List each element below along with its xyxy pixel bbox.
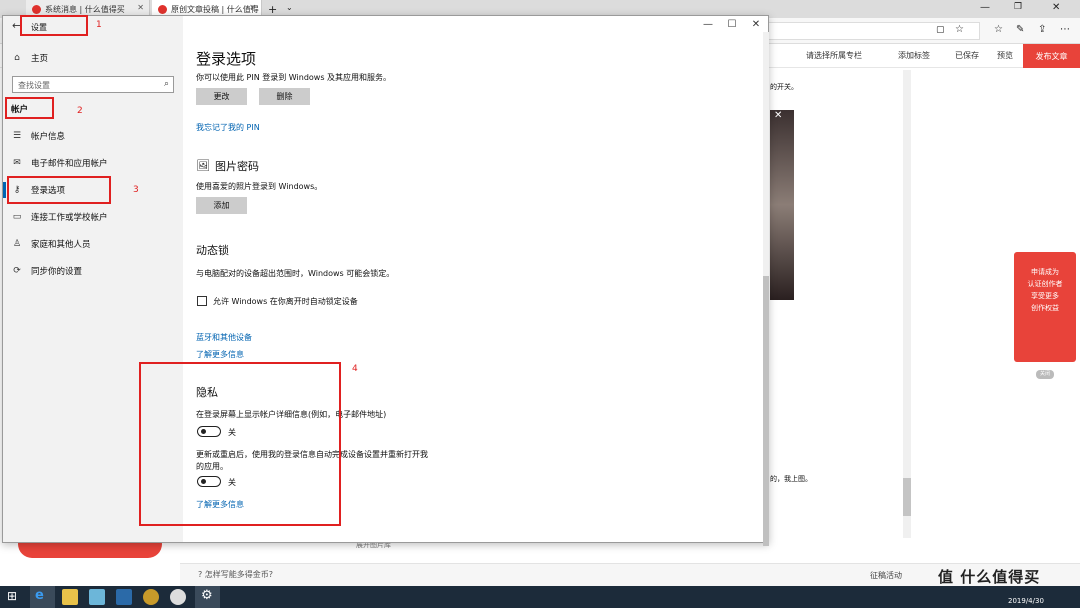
picture-password-add-button[interactable]: 添加 xyxy=(196,197,247,214)
address-bar[interactable] xyxy=(760,22,980,40)
clock-date: 2019/4/30 xyxy=(1008,597,1044,605)
creator-promo-banner[interactable]: 申请成为 认证创作者 享受更多 创作权益 xyxy=(1014,252,1076,362)
tab-label: 系统消息 | 什么值得买 xyxy=(45,4,125,14)
sidebar-item-account-info[interactable]: ☰ 帐户信息 xyxy=(11,129,65,143)
more-icon[interactable]: ⋯ xyxy=(1060,24,1070,35)
sidebar-item-sync[interactable]: ⟳ 同步你的设置 xyxy=(11,264,82,278)
sidebar-item-work-school[interactable]: ▭ 连接工作或学校帐户 xyxy=(11,210,108,224)
close-tab-icon[interactable]: ✕ xyxy=(249,3,256,12)
watermark-logo: 值 什么值得买 xyxy=(938,568,1041,586)
sidebar-item-home[interactable]: ⌂ 主页 xyxy=(11,51,48,65)
annotation-box-4 xyxy=(139,362,341,526)
sidebar-item-label: 家庭和其他人员 xyxy=(31,240,91,250)
media-app-icon[interactable] xyxy=(170,589,186,605)
person-card-icon: ☰ xyxy=(12,131,22,141)
forgot-pin-link[interactable]: 我忘记了我的 PIN xyxy=(196,122,260,133)
annotation-box-3 xyxy=(7,176,111,204)
close-ad-icon[interactable]: ✕ xyxy=(774,110,782,121)
editor-scrollbar-thumb[interactable] xyxy=(903,478,911,516)
browser-minimize-icon[interactable]: — xyxy=(980,2,990,13)
editor-text: 的，我上图。 xyxy=(770,475,812,483)
selected-indicator xyxy=(3,182,6,198)
people-app-icon[interactable] xyxy=(116,589,132,605)
add-tag-button[interactable]: 添加标签 xyxy=(898,50,930,61)
close-tab-icon[interactable]: ✕ xyxy=(137,3,144,12)
briefcase-icon: ▭ xyxy=(12,212,22,222)
sidebar-item-label: 主页 xyxy=(31,54,49,64)
dynamic-lock-title: 动态锁 xyxy=(196,244,229,257)
tab-label: 原创文章投稿 | 什么值得 xyxy=(171,4,259,14)
edge-browser-icon[interactable]: e xyxy=(35,588,44,603)
settings-search-input[interactable]: 查找设置 ⌕ xyxy=(12,76,174,93)
bluetooth-devices-link[interactable]: 蓝牙和其他设备 xyxy=(196,332,252,343)
dynamic-lock-checkbox-label: 允许 Windows 在你离开时自动锁定设备 xyxy=(213,297,358,306)
window-controls: — ☐ ✕ xyxy=(696,16,768,36)
site-favicon-icon xyxy=(158,4,167,14)
pin-description: 你可以使用此 PIN 登录到 Windows 及其应用和服务。 xyxy=(196,73,392,82)
annotation-box-2 xyxy=(5,97,54,119)
site-favicon-icon xyxy=(32,4,41,14)
browser-maximize-icon[interactable]: ❐ xyxy=(1014,2,1022,12)
dynamic-lock-checkbox[interactable] xyxy=(197,296,207,306)
promo-line: 享受更多 xyxy=(1031,292,1059,300)
minimize-icon[interactable]: — xyxy=(696,16,720,36)
notes-icon[interactable]: ✎ xyxy=(1016,24,1024,35)
pin-remove-button[interactable]: 删除 xyxy=(259,88,310,105)
taskbar-clock[interactable]: 2019/4/30 xyxy=(1008,588,1044,606)
annotation-number: 4 xyxy=(352,364,358,374)
learn-more-link[interactable]: 了解更多信息 xyxy=(196,349,244,360)
people-icon: ♙ xyxy=(12,239,22,249)
sidebar-item-label: 帐户信息 xyxy=(31,132,66,142)
sync-icon: ⟳ xyxy=(13,266,21,276)
notes-app-icon[interactable] xyxy=(89,589,105,605)
home-icon: ⌂ xyxy=(14,53,20,63)
campaign-link[interactable]: 征稿活动 xyxy=(870,570,902,581)
help-icon[interactable]: ? xyxy=(198,570,202,579)
favorites-hub-icon[interactable]: ☆ xyxy=(994,24,1003,35)
column-select[interactable]: 请选择所属专栏 xyxy=(806,50,862,61)
promo-close-button[interactable]: 关闭 xyxy=(1036,370,1054,379)
sidebar-item-label: 电子邮件和应用帐户 xyxy=(31,159,108,169)
preview-button[interactable]: 预览 xyxy=(997,50,1013,61)
editor-scrollbar[interactable] xyxy=(903,70,911,538)
sidebar-item-family[interactable]: ♙ 家庭和其他人员 xyxy=(11,237,91,251)
windows-taskbar xyxy=(0,586,1080,608)
coin-help-link[interactable]: 怎样写能多得金币? xyxy=(205,570,273,579)
search-placeholder: 查找设置 xyxy=(18,81,50,90)
game-app-icon[interactable] xyxy=(143,589,159,605)
promo-line: 创作权益 xyxy=(1031,304,1059,312)
settings-scrollbar-thumb[interactable] xyxy=(763,276,769,546)
browser-close-icon[interactable]: ✕ xyxy=(1052,2,1060,13)
favorite-star-icon[interactable]: ☆ xyxy=(955,24,964,35)
picture-password-description: 使用喜爱的照片登录到 Windows。 xyxy=(196,182,323,191)
dynamic-lock-description: 与电脑配对的设备超出范围时，Windows 可能会锁定。 xyxy=(196,269,395,278)
file-explorer-icon[interactable] xyxy=(62,589,78,605)
mail-icon: ✉ xyxy=(13,158,21,168)
pin-change-button[interactable]: 更改 xyxy=(196,88,247,105)
ad-image: ✕ xyxy=(770,110,794,300)
sidebar-item-email-accounts[interactable]: ✉ 电子邮件和应用帐户 xyxy=(11,156,108,170)
editor-text: 的开关。 xyxy=(770,83,798,91)
sidebar-item-label: 同步你的设置 xyxy=(31,267,83,277)
page-title: 登录选项 xyxy=(196,50,257,68)
saved-status: 已保存 xyxy=(955,51,979,60)
settings-gear-icon[interactable]: ⚙ xyxy=(201,588,213,603)
annotation-box-1 xyxy=(20,15,88,36)
promo-line: 认证创作者 xyxy=(1027,280,1063,288)
annotation-number: 3 xyxy=(133,185,139,195)
picture-password-title: 图片密码 xyxy=(215,160,259,173)
promo-line: 申请成为 xyxy=(1031,268,1059,276)
reading-view-icon[interactable]: ▢ xyxy=(936,25,945,35)
sidebar-item-label: 连接工作或学校帐户 xyxy=(31,213,108,223)
tab-list-chevron-icon[interactable]: ⌄ xyxy=(286,3,293,12)
settings-window: ← 设置 ⌂ 主页 查找设置 ⌕ 帐户 ☰ 帐户信息 ✉ 电子邮件和应用帐户 ⚷… xyxy=(2,15,769,546)
search-icon: ⌕ xyxy=(163,79,169,89)
windows-start-icon[interactable]: ⊞ xyxy=(7,589,17,603)
share-icon[interactable]: ⇪ xyxy=(1038,24,1046,35)
picture-icon: 🖼 xyxy=(196,159,210,172)
annotation-number: 1 xyxy=(96,20,102,30)
annotation-number: 2 xyxy=(77,106,83,116)
publish-button[interactable]: 发布文章 xyxy=(1023,44,1080,68)
maximize-icon[interactable]: ☐ xyxy=(720,16,744,36)
